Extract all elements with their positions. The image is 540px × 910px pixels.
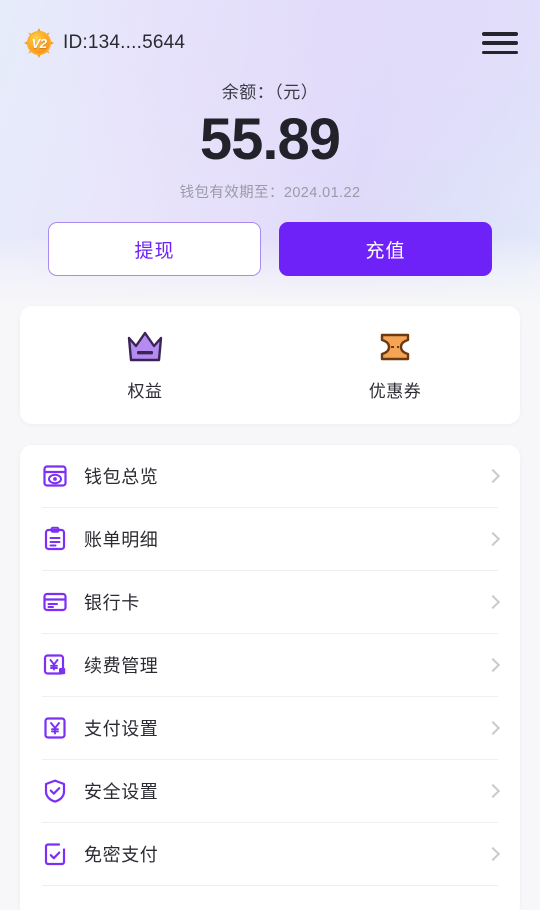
menu-item-label: 账单明细 [84, 530, 159, 550]
menu-item-label: 续费管理 [84, 656, 159, 676]
menu-item-label: 安全设置 [84, 782, 159, 802]
balance-section: 余额：（元） 55.89 钱包有效期至：2024.01.22 [0, 78, 540, 202]
coupon-ticket-icon [380, 333, 410, 360]
quick-action-coupons[interactable]: 优惠券 [270, 329, 520, 402]
quick-actions-card: 权益 优惠券 [20, 306, 520, 424]
quick-action-benefits[interactable]: 权益 [20, 329, 270, 402]
wallet-screen: V2 ID:134....5644 余额：（元） 55.89 钱包有效期至：20… [0, 0, 540, 910]
menu-item-bill-details[interactable]: 账单明细 [42, 508, 501, 571]
wallet-expiry-label: 钱包有效期至：2024.01.22 [179, 184, 361, 201]
chevron-right-icon [485, 846, 501, 862]
user-id-label: ID:134....5644 [63, 32, 186, 53]
menu-bar-2 [482, 41, 518, 45]
wallet-overview-icon [43, 465, 67, 487]
menu-list-card: 钱包总览 账单明细 银行卡 续费管理 支付设置 安全设置 免密支付 [20, 445, 520, 910]
menu-item-wallet-overview[interactable]: 钱包总览 [42, 445, 501, 508]
chevron-right-icon [485, 531, 501, 547]
badge-level-text: V2 [31, 35, 47, 51]
menu-item-renewal-management[interactable]: 续费管理 [42, 634, 501, 697]
badge-disc: V2 [27, 31, 51, 55]
payment-settings-icon [44, 717, 66, 739]
recharge-button[interactable]: 充值 [279, 222, 492, 276]
menu-item-payment-settings[interactable]: 支付设置 [42, 697, 501, 760]
chevron-right-icon [485, 657, 501, 673]
balance-amount: 55.89 [199, 107, 341, 172]
menu-item-label: 钱包总览 [84, 467, 159, 487]
crown-icon [127, 331, 163, 361]
menu-bar-1 [482, 32, 518, 36]
chevron-right-icon [485, 594, 501, 610]
withdraw-button[interactable]: 提现 [48, 222, 261, 276]
password-free-payment-icon [44, 843, 66, 866]
list-bottom-padding [42, 886, 498, 910]
menu-bar-3 [482, 50, 518, 54]
chevron-right-icon [485, 720, 501, 736]
top-bar: V2 ID:134....5644 [0, 22, 540, 64]
chevron-right-icon [485, 468, 501, 484]
renewal-management-icon [43, 654, 66, 675]
balance-label: 余额：（元） [221, 83, 319, 102]
menu-item-label: 支付设置 [84, 719, 159, 739]
quick-action-label: 权益 [127, 381, 163, 401]
menu-item-bank-card[interactable]: 银行卡 [42, 571, 501, 634]
menu-item-password-free-payment[interactable]: 免密支付 [42, 823, 501, 886]
vip-level-badge-icon: V2 [24, 28, 54, 58]
quick-action-label: 优惠券 [368, 381, 422, 401]
bank-card-icon [43, 592, 67, 612]
chevron-right-icon [485, 783, 501, 799]
hamburger-menu-icon[interactable] [482, 29, 518, 57]
bill-details-icon [44, 526, 66, 551]
menu-item-security-settings[interactable]: 安全设置 [42, 760, 501, 823]
menu-item-label: 免密支付 [84, 845, 159, 865]
menu-item-label: 银行卡 [84, 593, 140, 613]
security-shield-icon [44, 779, 66, 803]
action-button-group: 提现 充值 [48, 222, 492, 276]
